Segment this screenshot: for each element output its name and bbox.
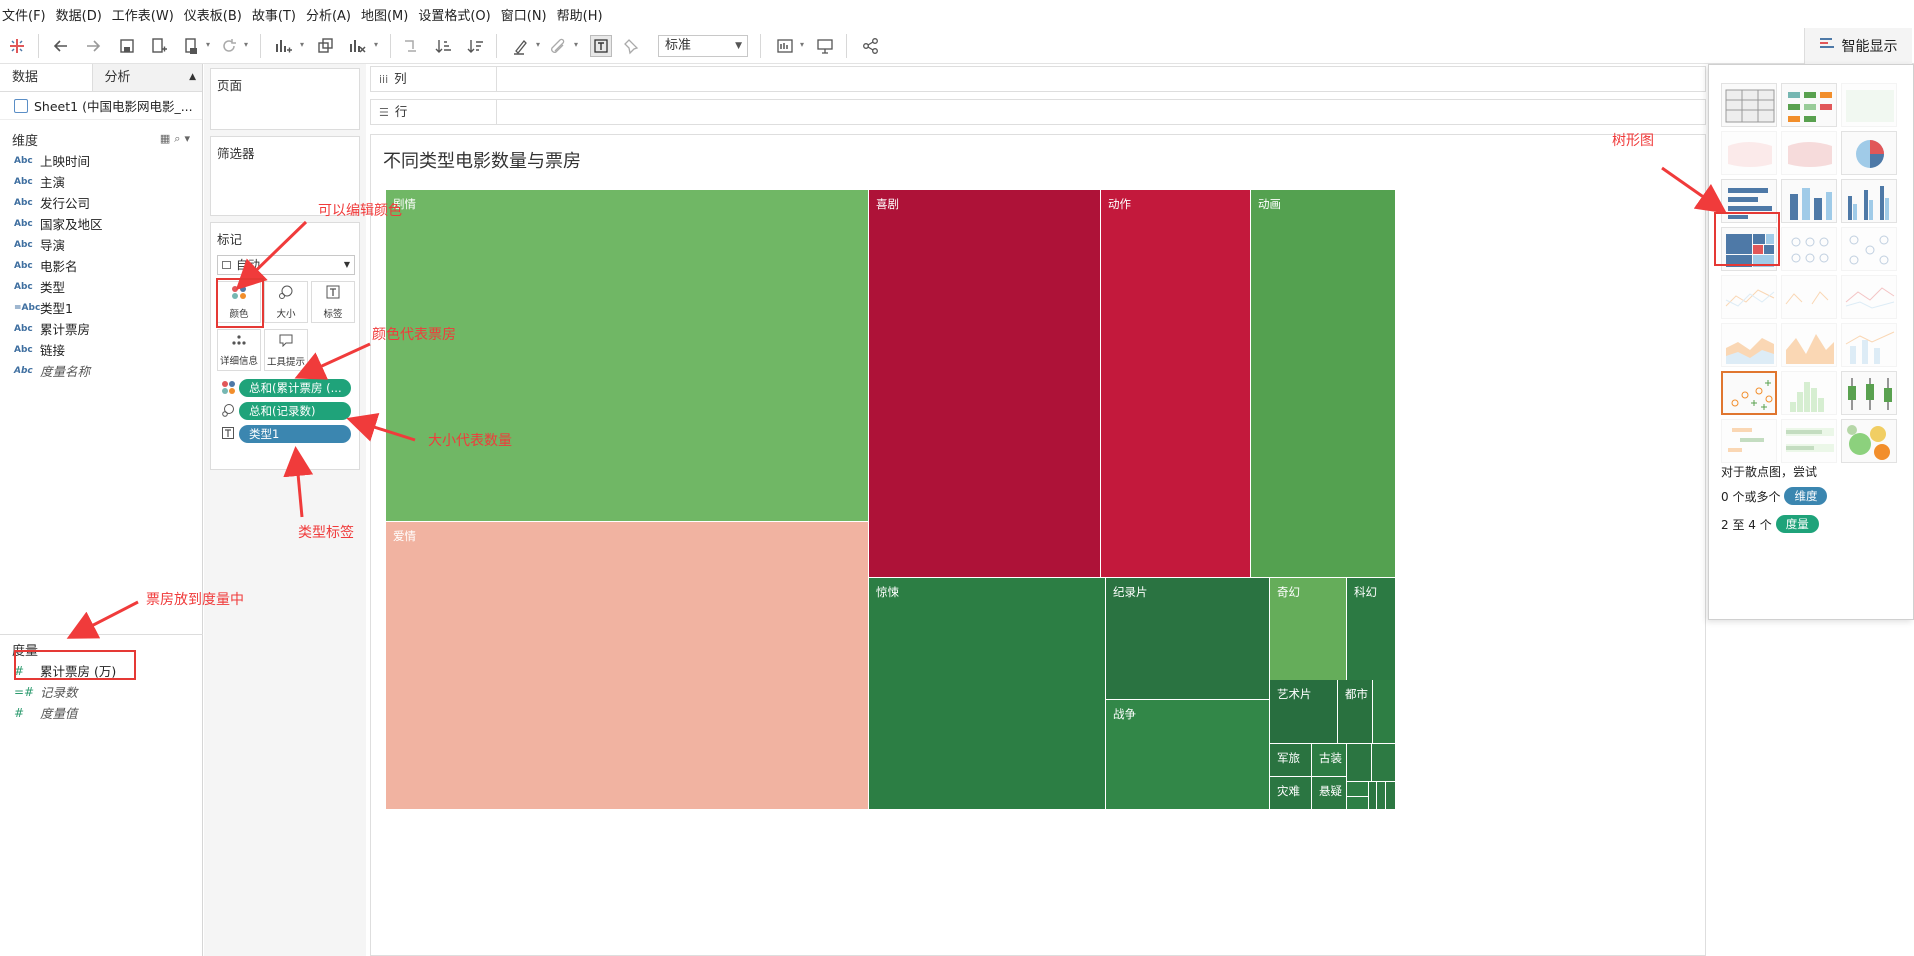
highlight-box-measure: [14, 650, 136, 680]
tableau-window: 文件(F) 数据(D) 工作表(W) 仪表板(B) 故事(T) 分析(A) 地图(M) 设置格…: [0, 0, 1914, 956]
arrow-to-measures: [66, 600, 139, 639]
arrow-to-color-pill: [294, 342, 371, 380]
arrow-to-color-button: [235, 220, 308, 291]
annotation-edit-color: 可以编辑颜色: [318, 203, 402, 219]
annotation-box-office-measure: 票房放到度量中: [146, 592, 244, 608]
annotation-type-label: 类型标签: [298, 525, 354, 541]
annotation-treemap: 树形图: [1612, 133, 1654, 149]
annotation-color-means: 颜色代表票房: [372, 327, 456, 343]
highlight-box-color: [216, 278, 264, 328]
arrow-to-label-pill: [283, 446, 314, 518]
arrow-to-size-pill: [346, 412, 416, 442]
annotation-size-means: 大小代表数量: [428, 433, 512, 449]
highlight-box-treemap: [1714, 212, 1780, 266]
arrow-to-treemap-thumb: [1661, 166, 1727, 214]
